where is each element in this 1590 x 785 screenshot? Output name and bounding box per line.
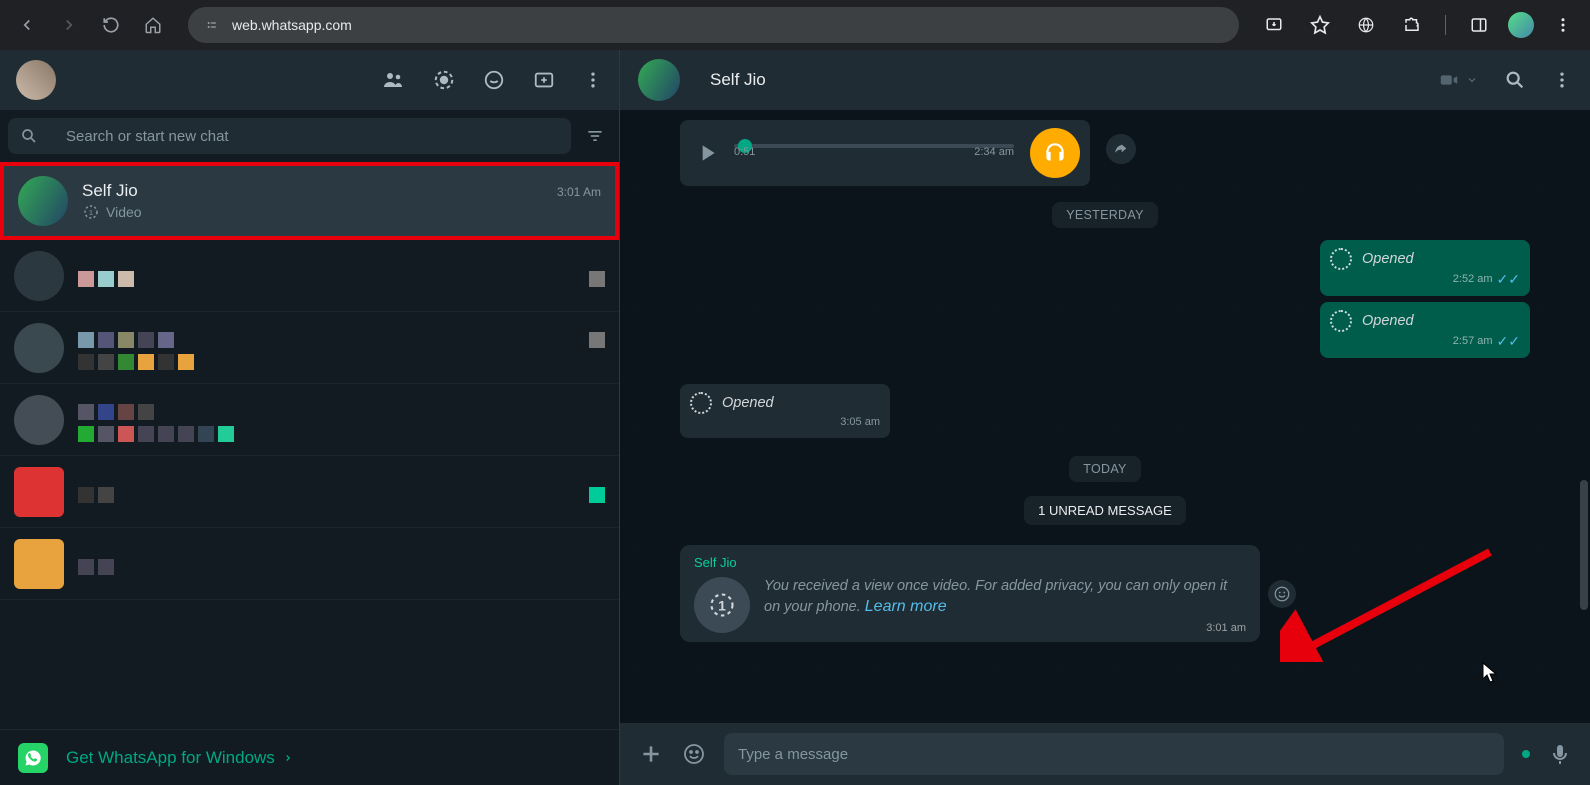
incoming-message[interactable]: Opened 3:05 am [680,384,890,438]
communities-icon[interactable] [381,68,405,92]
forward-icon[interactable] [1106,134,1136,164]
message-input[interactable] [724,733,1504,775]
chat-panel: Self Jio 0:51 2:34 am YESTERDAY [620,50,1590,785]
learn-more-link[interactable]: Learn more [865,598,947,615]
chat-item-self-jio[interactable]: Self Jio 3:01 Am 1 Video [0,162,619,240]
react-emoji-icon[interactable] [1268,580,1296,608]
profile-avatar[interactable] [1508,12,1534,38]
msg-time: 3:05 am [840,416,880,428]
chat-menu-icon[interactable] [1552,70,1572,90]
audio-track[interactable] [734,144,1014,148]
chat-avatar [14,539,64,589]
outgoing-message[interactable]: Opened 2:57 am ✓✓ [1320,302,1530,358]
filter-icon[interactable] [579,120,611,152]
unread-divider: 1 UNREAD MESSAGE [1024,496,1186,525]
chat-avatar [14,395,64,445]
search-box[interactable] [8,118,571,154]
menu-icon[interactable] [583,70,603,90]
chat-header[interactable]: Self Jio [620,50,1590,110]
viewonce-notice[interactable]: Self Jio 1 You received a view once vide… [680,545,1260,642]
read-ticks-icon: ✓✓ [1497,272,1520,286]
svg-text:1: 1 [89,208,93,217]
play-icon[interactable] [690,136,724,170]
divider [1445,15,1446,35]
browser-menu-icon[interactable] [1546,8,1580,42]
sender-name: Self Jio [694,555,1246,570]
sidebar-header [0,50,619,110]
whatsapp-logo-icon [18,743,48,773]
extensions-icon[interactable] [1395,8,1429,42]
outgoing-message[interactable]: Opened 2:52 am ✓✓ [1320,240,1530,296]
address-bar[interactable]: web.whatsapp.com [188,7,1239,43]
chat-avatar [14,251,64,301]
viewonce-icon [690,392,712,414]
browser-toolbar: web.whatsapp.com [0,0,1590,50]
cursor-icon [1482,662,1500,684]
emoji-icon[interactable] [682,742,706,766]
chat-item-redacted[interactable] [0,240,619,312]
search-icon [20,127,38,145]
site-settings-icon[interactable] [204,17,220,33]
date-divider-today: TODAY [1069,456,1140,482]
opened-label: Opened [1362,313,1414,329]
channels-icon[interactable] [483,69,505,91]
chat-header-avatar[interactable] [638,59,680,101]
video-call-button[interactable] [1438,69,1478,91]
msg-time: 2:52 am [1453,273,1493,285]
reload-button[interactable] [94,8,128,42]
viewonce-icon [1330,310,1352,332]
scrollbar[interactable] [1580,480,1588,610]
headphone-icon [1030,128,1080,178]
chat-item-redacted[interactable] [0,456,619,528]
viewonce-icon: 1 [82,203,100,221]
messages-area[interactable]: 0:51 2:34 am YESTERDAY Opened 2:52 am✓✓ … [620,110,1590,723]
home-button[interactable] [136,8,170,42]
status-icon[interactable] [433,69,455,91]
chat-avatar [14,323,64,373]
attach-icon[interactable] [638,741,664,767]
mic-icon[interactable] [1548,742,1572,766]
audio-timestamp: 2:34 am [974,146,1014,158]
chat-header-name: Self Jio [710,70,766,90]
new-chat-icon[interactable] [533,69,555,91]
svg-text:1: 1 [718,597,726,613]
search-input[interactable] [66,128,559,145]
chat-list[interactable]: Self Jio 3:01 Am 1 Video [0,162,619,729]
chat-preview: Video [106,204,142,220]
viewonce-badge-icon: 1 [694,577,750,633]
install-app-icon[interactable] [1257,8,1291,42]
opened-label: Opened [722,395,774,411]
voice-message[interactable]: 0:51 2:34 am [680,120,1090,186]
download-banner[interactable]: Get WhatsApp for Windows [0,729,619,785]
chat-avatar [18,176,68,226]
banner-text: Get WhatsApp for Windows [66,748,293,768]
chat-time: 3:01 Am [557,185,601,199]
recording-indicator [1522,750,1530,758]
chat-avatar [14,467,64,517]
chat-name: Self Jio [82,181,138,201]
translate-icon[interactable] [1349,8,1383,42]
search-row [0,110,619,162]
bookmark-icon[interactable] [1303,8,1337,42]
viewonce-text: You received a view once video. For adde… [764,578,1227,615]
chat-item-redacted[interactable] [0,528,619,600]
url-text: web.whatsapp.com [232,17,352,33]
my-profile-avatar[interactable] [16,60,56,100]
read-ticks-icon: ✓✓ [1497,334,1520,348]
sidebar: Self Jio 3:01 Am 1 Video [0,50,620,785]
sidepanel-icon[interactable] [1462,8,1496,42]
forward-button[interactable] [52,8,86,42]
opened-label: Opened [1362,251,1414,267]
chat-item-redacted[interactable] [0,312,619,384]
chat-item-redacted[interactable] [0,384,619,456]
msg-time: 3:01 am [1206,622,1246,634]
viewonce-icon [1330,248,1352,270]
audio-duration: 0:51 [734,146,755,158]
date-divider-yesterday: YESTERDAY [1052,202,1158,228]
search-in-chat-icon[interactable] [1504,69,1526,91]
msg-time: 2:57 am [1453,335,1493,347]
back-button[interactable] [10,8,44,42]
composer [620,723,1590,785]
